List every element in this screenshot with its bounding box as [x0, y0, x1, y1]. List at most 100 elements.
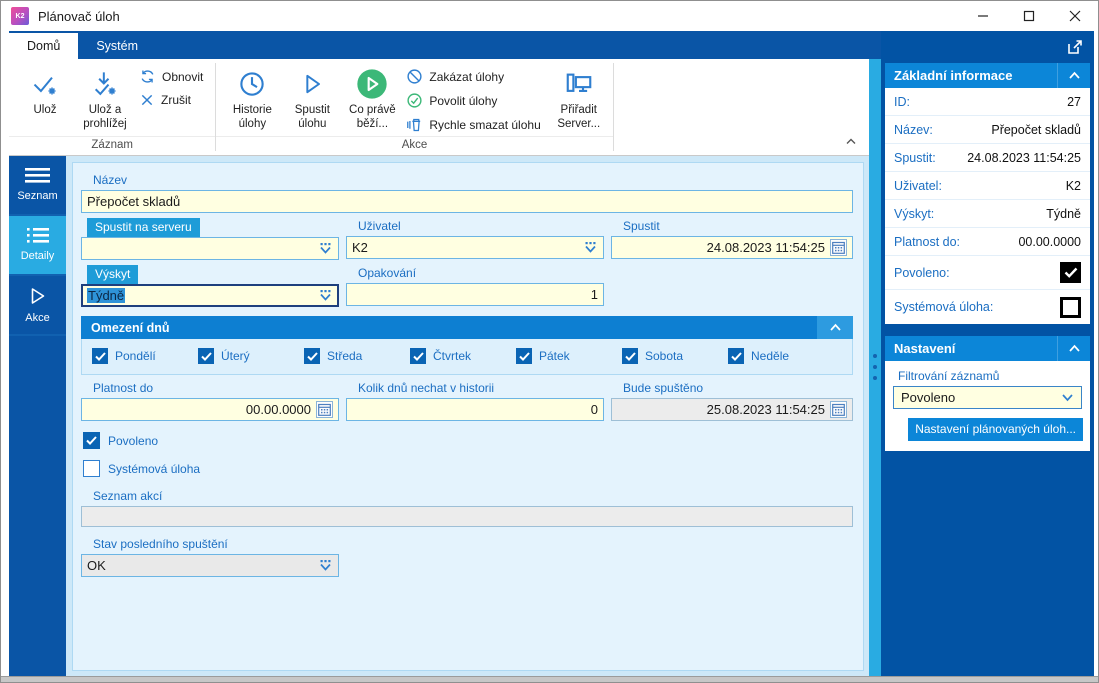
dropdown-icon[interactable]	[318, 242, 333, 255]
vyskyt-field[interactable]: Týdně	[81, 284, 339, 307]
info-row-systemova-uloha: Systémová úloha:	[885, 290, 1090, 324]
menu-icon	[25, 168, 50, 183]
left-sidebar: Seznam Detaily Akce	[9, 156, 66, 676]
stav-posledniho-spusteni-field[interactable]: OK	[81, 554, 339, 577]
opakovani-label: Opakování	[358, 266, 417, 280]
vyskyt-label[interactable]: Výskyt	[87, 265, 139, 284]
calendar-icon[interactable]	[830, 239, 847, 256]
checkbox-unchecked-icon	[83, 460, 100, 477]
minimize-button[interactable]	[960, 1, 1006, 31]
info-row-vyskyt: Výskyt: Týdně	[885, 200, 1090, 228]
seznam-akci-label: Seznam akcí	[93, 489, 163, 503]
enable-tasks-button[interactable]: Povolit úlohy	[406, 92, 540, 109]
systemova-uloha-checkbox[interactable]: Systémová úloha	[83, 460, 853, 477]
ribbon-group-akce: Historie úlohy Spustit úlohu Co právě bě…	[216, 59, 613, 155]
assign-server-button[interactable]: Přiřadit Server...	[549, 62, 609, 136]
spustit-na-serveru-field[interactable]	[81, 237, 339, 260]
checkbox-checked-icon	[410, 348, 426, 364]
checkbox-checked-icon	[1060, 262, 1081, 283]
panel-splitter[interactable]	[869, 59, 881, 676]
cancel-button[interactable]: Zrušit	[139, 92, 203, 108]
enable-tasks-icon	[407, 93, 422, 108]
tab-domu[interactable]: Domů	[9, 33, 79, 59]
day-checkbox-streda[interactable]: Středa	[304, 348, 410, 364]
save-and-view-button[interactable]: Ulož a prohlížej	[75, 62, 135, 136]
open-in-window-button[interactable]	[1066, 38, 1084, 61]
dropdown-icon[interactable]	[318, 289, 333, 302]
platnost-do-field[interactable]: 00.00.0000	[81, 398, 339, 421]
chevron-down-icon	[1061, 390, 1074, 405]
nastaveni-planovanych-uloh-button[interactable]: Nastavení plánovaných úloh...	[908, 418, 1083, 441]
quick-delete-icon	[407, 118, 421, 132]
spustit-na-serveru-label[interactable]: Spustit na serveru	[87, 218, 200, 237]
omezeni-dnu-header: Omezení dnů	[81, 316, 853, 339]
day-checkbox-sobota[interactable]: Sobota	[622, 348, 728, 364]
seznam-akci-field	[81, 506, 853, 527]
kolik-dnu-label: Kolik dnů nechat v historii	[358, 381, 495, 395]
day-checkbox-patek[interactable]: Pátek	[516, 348, 622, 364]
minimize-icon	[978, 15, 988, 17]
sidebar-item-detaily[interactable]: Detaily	[9, 216, 66, 276]
kolik-dnu-field[interactable]: 0	[346, 398, 604, 421]
external-link-icon	[1068, 40, 1082, 54]
run-task-button[interactable]: Spustit úlohu	[282, 62, 342, 136]
running-now-button[interactable]: Co právě běží...	[342, 62, 402, 136]
day-checkbox-utery[interactable]: Úterý	[198, 348, 304, 364]
maximize-icon	[1023, 10, 1035, 22]
dropdown-icon[interactable]	[583, 241, 598, 254]
calendar-icon[interactable]	[316, 401, 333, 418]
save-and-view-icon	[91, 66, 119, 102]
tab-system[interactable]: Systém	[78, 33, 156, 59]
save-button[interactable]: Ulož	[15, 62, 75, 136]
task-history-button[interactable]: Historie úlohy	[222, 62, 282, 136]
window-resize-border[interactable]	[1, 676, 1098, 682]
day-checkbox-pondeli[interactable]: Pondělí	[92, 348, 198, 364]
filtrovani-zaznamu-dropdown[interactable]: Povoleno	[893, 386, 1082, 409]
collapse-group-button[interactable]	[817, 316, 853, 339]
info-row-nazev: Název: Přepočet skladů	[885, 116, 1090, 144]
collapse-panel-button[interactable]	[1057, 63, 1090, 88]
cancel-icon	[141, 94, 153, 106]
opakovani-field[interactable]: 1	[346, 283, 604, 306]
chevron-up-icon	[846, 138, 856, 144]
day-checkbox-nedele[interactable]: Neděle	[728, 348, 834, 364]
main-area: Název Přepočet skladů Spustit na serveru…	[66, 156, 869, 676]
ribbon-collapse-button[interactable]	[845, 132, 857, 150]
task-detail-form: Název Přepočet skladů Spustit na serveru…	[72, 162, 864, 671]
quick-delete-button[interactable]: Rychle smazat úlohu	[406, 116, 541, 133]
window-title: Plánovač úloh	[38, 8, 120, 24]
uzivatel-field[interactable]: K2	[346, 236, 604, 259]
povoleno-checkbox[interactable]: Povoleno	[83, 432, 853, 449]
day-checkbox-ctvrtek[interactable]: Čtvrtek	[410, 348, 516, 364]
detail-list-icon	[26, 228, 49, 243]
assign-server-icon	[564, 66, 594, 102]
ribbon: Ulož Ulož a prohlížej Obnovit Zrušit Záz…	[9, 59, 869, 156]
sidebar-item-akce[interactable]: Akce	[9, 276, 66, 336]
omezeni-dnu-body: Pondělí Úterý Středa Čtvrtek Pátek Sobot…	[81, 339, 853, 375]
spustit-label: Spustit	[623, 219, 660, 233]
right-panel-toolbar	[881, 31, 1094, 63]
zakladni-informace-header: Základní informace	[885, 63, 1090, 88]
play-icon	[31, 287, 44, 304]
nazev-field[interactable]: Přepočet skladů	[81, 190, 853, 213]
calendar-icon	[830, 401, 847, 418]
close-button[interactable]	[1052, 1, 1098, 31]
spustit-field[interactable]: 24.08.2023 11:54:25	[611, 236, 853, 259]
save-icon	[31, 66, 59, 102]
group-label-akce: Akce	[216, 136, 613, 155]
sidebar-item-seznam[interactable]: Seznam	[9, 156, 66, 216]
nazev-label: Název	[93, 173, 128, 187]
maximize-button[interactable]	[1006, 1, 1052, 31]
refresh-button[interactable]: Obnovit	[139, 68, 203, 85]
group-label-zaznam: Záznam	[9, 136, 216, 155]
disable-tasks-button[interactable]: Zakázat úlohy	[406, 68, 540, 85]
dropdown-icon[interactable]	[318, 559, 333, 572]
ribbon-group-zaznam: Ulož Ulož a prohlížej Obnovit Zrušit Záz…	[9, 59, 216, 155]
collapse-panel-button[interactable]	[1057, 336, 1090, 361]
splitter-handle	[873, 354, 877, 380]
info-row-id: ID: 27	[885, 88, 1090, 116]
platnost-do-label: Platnost do	[93, 381, 154, 395]
info-row-spustit: Spustit: 24.08.2023 11:54:25	[885, 144, 1090, 172]
window-controls	[960, 1, 1098, 31]
ribbon-separator	[612, 63, 614, 151]
